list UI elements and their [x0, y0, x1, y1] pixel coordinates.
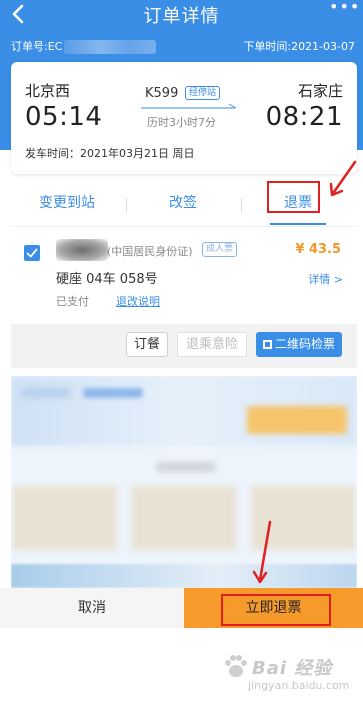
promo-blur-block — [21, 388, 71, 398]
qr-check-button[interactable]: 二维码检票 — [256, 332, 342, 357]
promo-blur-heading — [156, 462, 216, 472]
qr-code-icon — [262, 340, 272, 349]
watermark-url: jingyan.baidu.com — [248, 679, 350, 692]
order-number: 订单号:EC — [11, 38, 157, 54]
annotation-arrow-icon — [252, 520, 272, 584]
nav-bar: 订单详情 ••• — [0, 0, 363, 30]
promo-blur-strip — [11, 564, 357, 588]
ticket-price: ¥ 43.5 — [295, 242, 341, 257]
depart-date: 发车时间：2021年03月21日 周日 — [25, 147, 195, 160]
passenger-name-redacted — [56, 239, 108, 261]
more-dots-icon: ••• — [329, 0, 361, 16]
passenger-checkbox[interactable] — [24, 245, 40, 261]
tab-reschedule[interactable]: 改签 — [169, 192, 197, 212]
detail-link[interactable]: 详情 > — [308, 271, 343, 287]
annotation-arrow-icon — [329, 160, 357, 197]
blurred-promo-area — [11, 376, 357, 588]
checkmark-icon — [26, 248, 38, 258]
from-city: 北京西 — [25, 82, 71, 100]
tab-active-indicator — [270, 223, 326, 225]
seat-info: 硬座 04车 058号 — [56, 272, 158, 287]
to-city: 石家庄 — [297, 82, 343, 100]
tab-change-station[interactable]: 变更到站 — [39, 192, 95, 212]
annotation-box-refund-button — [221, 594, 331, 626]
annotation-box-refund-tab — [267, 181, 320, 213]
tab-divider — [241, 198, 242, 212]
trip-duration: 历时3小时7分 — [147, 116, 216, 129]
promo-blur-tile — [13, 486, 117, 550]
order-meta: 订单号:EC 下单时间:2021-03-07 — [0, 38, 363, 54]
more-menu-button[interactable]: ••• — [329, 0, 359, 20]
order-time: 下单时间:2021-03-07 — [243, 40, 355, 53]
promo-blur-block — [83, 388, 143, 398]
tab-divider — [126, 198, 127, 212]
order-meal-button[interactable]: 订餐 — [126, 332, 168, 357]
from-time: 05:14 — [25, 102, 103, 132]
action-buttons: 订餐 退乘意险 二维码检票 — [11, 324, 357, 368]
order-number-label: 订单号:EC — [11, 40, 63, 53]
ticket-type-badge: 成人票 — [202, 242, 238, 257]
trip-card: 北京西 05:14 K599 经停站 历时3小时7分 石家庄 08:21 发车时… — [11, 62, 357, 174]
payment-status: 已支付 — [56, 295, 89, 308]
train-number: K599 — [145, 86, 179, 101]
cancel-button[interactable]: 取消 — [0, 588, 184, 628]
page-title: 订单详情 — [143, 6, 220, 27]
watermark-brand: Bai 经验 — [252, 658, 333, 679]
promo-blur-button — [247, 406, 347, 434]
qr-check-label: 二维码检票 — [274, 337, 335, 351]
app-screen: 订单详情 ••• 订单号:EC 下单时间:2021-03-07 北京西 05:1… — [0, 0, 363, 707]
order-number-redacted — [64, 40, 157, 54]
watermark: Bai 经验 jingyan.baidu.com — [222, 652, 356, 694]
to-time: 08:21 — [265, 102, 343, 132]
passenger-row: (中国居民身份证) 成人票 ¥ 43.5 硬座 04车 058号 详情 > 已支… — [11, 226, 357, 324]
refund-insurance-button[interactable]: 退乘意险 — [177, 332, 247, 357]
id-type: (中国居民身份证) — [107, 245, 193, 258]
direction-arrow-icon — [141, 103, 237, 109]
stops-button[interactable]: 经停站 — [185, 86, 221, 100]
paw-logo-icon — [225, 655, 247, 677]
refund-policy-link[interactable]: 退改说明 — [116, 293, 160, 309]
promo-blur-tile — [132, 486, 236, 550]
